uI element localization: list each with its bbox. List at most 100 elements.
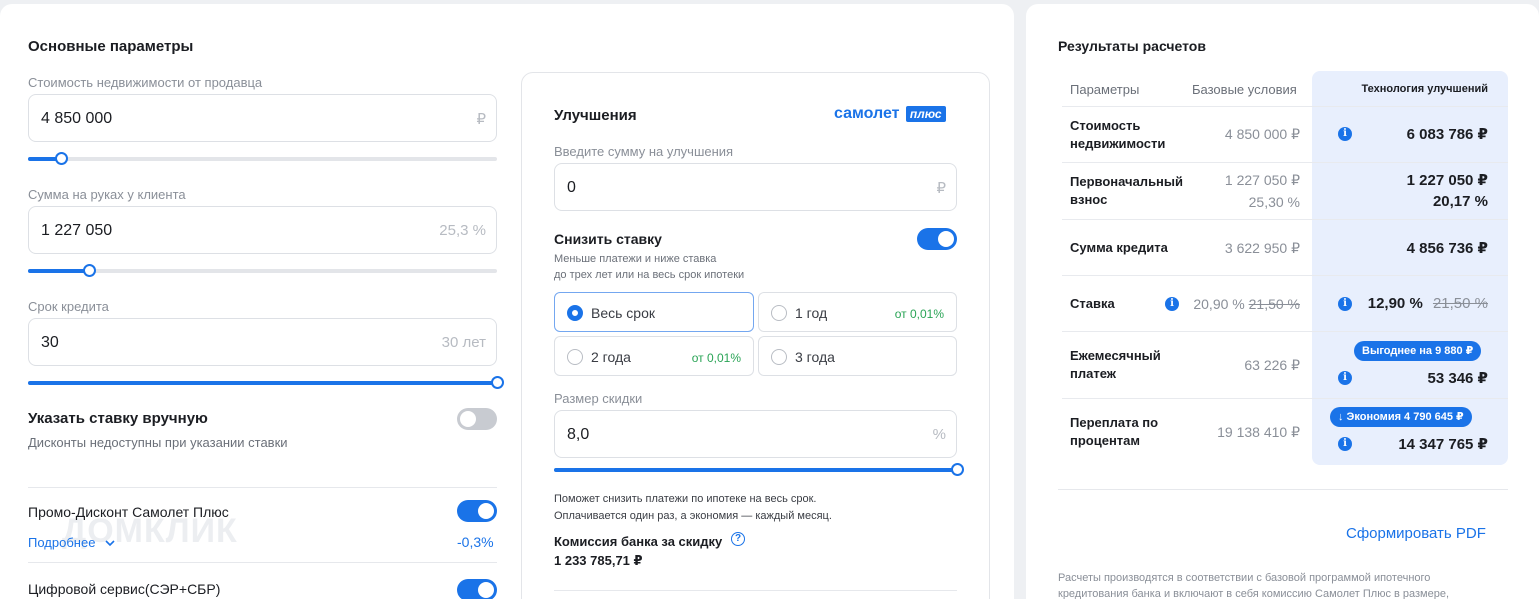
header-base: Базовые условия bbox=[1192, 82, 1297, 97]
samolet-plus-logo: самолет плюс bbox=[834, 105, 946, 123]
cash-value: 1 227 050 bbox=[41, 222, 113, 239]
footnote-line-2: кредитования банка и включают в себя ком… bbox=[1058, 588, 1450, 599]
help-text-1: Поможет снизить платежи по ипотеке на ве… bbox=[554, 493, 817, 505]
row-monthly-label: Ежемесячный платеж bbox=[1070, 347, 1161, 383]
info-icon[interactable]: i bbox=[1338, 297, 1352, 311]
row-price-tech: 6 083 786 ₽ bbox=[1406, 126, 1488, 143]
option-2-years[interactable]: 2 года от 0,01% bbox=[554, 336, 754, 376]
digital-service-toggle[interactable] bbox=[457, 579, 497, 599]
row-rate-label: Ставка bbox=[1070, 296, 1115, 311]
improvement-amount-field[interactable]: 0 ₽ bbox=[554, 163, 957, 211]
cash-slider-thumb[interactable] bbox=[82, 264, 96, 277]
term-slider[interactable] bbox=[28, 376, 504, 389]
promo-more-link[interactable]: Подробнее bbox=[28, 535, 115, 550]
radio-icon bbox=[567, 305, 583, 321]
row-monthly-tech: 53 346 ₽ bbox=[1427, 370, 1488, 387]
option-3-years[interactable]: 3 года bbox=[758, 336, 957, 376]
help-text-2: Оплачивается один раз, а экономия — кажд… bbox=[554, 510, 832, 522]
manual-rate-note: Дисконты недоступны при указании ставки bbox=[28, 435, 288, 450]
price-value: 4 850 000 bbox=[41, 110, 113, 127]
promo-label: Промо-Дисконт Самолет Плюс bbox=[28, 504, 229, 520]
discount-field[interactable]: 8,0 % bbox=[554, 410, 957, 458]
toggle-knob bbox=[478, 503, 494, 519]
divider bbox=[554, 590, 957, 591]
price-field[interactable]: 4 850 000 ₽ bbox=[28, 94, 497, 142]
term-value: 30 bbox=[41, 334, 59, 351]
option-rate-note: от 0,01% bbox=[894, 307, 944, 321]
generate-pdf-link[interactable]: Сформировать PDF bbox=[1346, 525, 1486, 542]
discount-slider-thumb[interactable] bbox=[951, 463, 964, 476]
promo-toggle[interactable] bbox=[457, 500, 497, 522]
term-slider-thumb[interactable] bbox=[491, 376, 504, 389]
label-line: Стоимость bbox=[1070, 118, 1141, 133]
label-line: процентам bbox=[1070, 433, 1141, 448]
reduce-rate-title: Снизить ставку bbox=[554, 231, 662, 247]
cash-percent: 25,3 % bbox=[439, 222, 486, 239]
price-slider[interactable] bbox=[28, 152, 497, 165]
info-icon[interactable]: i bbox=[1338, 437, 1352, 451]
promo-more-label: Подробнее bbox=[28, 535, 96, 550]
price-slider-thumb[interactable] bbox=[54, 152, 68, 165]
row-down-tech-percent: 20,17 % bbox=[1432, 193, 1488, 210]
row-down-tech-amount: 1 227 050 ₽ bbox=[1406, 172, 1488, 189]
monthly-benefit-badge: Выгоднее на 9 880 ₽ bbox=[1354, 341, 1482, 361]
base-rate-old: 21,50 % bbox=[1248, 296, 1300, 312]
option-1-year[interactable]: 1 год от 0,01% bbox=[758, 292, 957, 332]
reduce-rate-desc-2: до трех лет или на весь срок ипотеки bbox=[554, 269, 745, 281]
samolet-brand: самолет bbox=[834, 105, 900, 122]
manual-rate-toggle[interactable] bbox=[457, 408, 497, 430]
row-divider bbox=[1062, 219, 1508, 220]
discount-slider-fill bbox=[554, 468, 957, 472]
digital-service-label: Цифровой сервис(СЭР+СБР) bbox=[28, 581, 221, 597]
row-loan-label: Сумма кредита bbox=[1070, 240, 1168, 255]
radio-icon bbox=[567, 349, 583, 365]
label-line: недвижимости bbox=[1070, 136, 1166, 151]
row-price-label: Стоимость недвижимости bbox=[1070, 117, 1165, 153]
label-line: Первоначальный bbox=[1070, 174, 1184, 189]
option-label: 3 года bbox=[795, 349, 835, 365]
term-field[interactable]: 30 30 лет bbox=[28, 318, 497, 366]
base-rate: 20,90 % bbox=[1193, 296, 1245, 312]
divider bbox=[28, 562, 497, 563]
row-divider bbox=[1062, 162, 1508, 163]
row-overpay-tech: 14 347 765 ₽ bbox=[1398, 436, 1488, 453]
reduce-rate-toggle[interactable] bbox=[917, 228, 957, 250]
header-tech: Технология улучшений bbox=[1361, 83, 1488, 95]
row-down-base-amount: 1 227 050 ₽ bbox=[1224, 172, 1300, 188]
footnote-line-1: Расчеты производятся в соответствии с ба… bbox=[1058, 572, 1431, 584]
label-line: Ежемесячный bbox=[1070, 348, 1161, 363]
option-full-term[interactable]: Весь срок bbox=[554, 292, 754, 332]
option-label: 1 год bbox=[795, 305, 828, 321]
row-rate-tech: 12,90 % 21,50 % bbox=[1360, 295, 1488, 312]
row-overpay-base: 19 138 410 ₽ bbox=[1217, 424, 1300, 440]
radio-icon bbox=[771, 305, 787, 321]
overpay-savings-badge: ↓ Экономия 4 790 645 ₽ bbox=[1330, 407, 1472, 427]
info-icon[interactable]: i bbox=[1165, 297, 1179, 311]
row-divider bbox=[1062, 275, 1508, 276]
plus-badge: плюс bbox=[905, 106, 946, 122]
row-monthly-base: 63 226 ₽ bbox=[1244, 357, 1300, 373]
commission-value: 1 233 785,71 ₽ bbox=[554, 553, 643, 568]
row-down-label: Первоначальный взнос bbox=[1070, 173, 1183, 209]
cash-slider[interactable] bbox=[28, 264, 497, 277]
cash-field[interactable]: 1 227 050 25,3 % bbox=[28, 206, 497, 254]
ruble-suffix: ₽ bbox=[476, 111, 486, 128]
label-line: Переплата по bbox=[1070, 415, 1159, 430]
main-parameters-title: Основные параметры bbox=[28, 38, 194, 55]
reduce-rate-desc-1: Меньше платежи и ниже ставка bbox=[554, 253, 717, 265]
promo-discount-value: -0,3% bbox=[457, 534, 494, 550]
row-price-base: 4 850 000 ₽ bbox=[1224, 126, 1300, 142]
discount-slider[interactable] bbox=[554, 463, 964, 476]
help-icon[interactable]: ? bbox=[731, 532, 745, 546]
row-down-base-percent: 25,30 % bbox=[1248, 194, 1300, 210]
row-divider bbox=[1062, 106, 1508, 107]
results-title: Результаты расчетов bbox=[1058, 38, 1206, 54]
term-years: 30 лет bbox=[441, 334, 486, 351]
tech-rate: 12,90 % bbox=[1367, 295, 1423, 312]
info-icon[interactable]: i bbox=[1338, 127, 1352, 141]
row-overpay-label: Переплата по процентам bbox=[1070, 414, 1158, 450]
cash-slider-fill bbox=[28, 269, 89, 273]
info-icon[interactable]: i bbox=[1338, 371, 1352, 385]
option-label: Весь срок bbox=[591, 305, 656, 321]
cash-label: Сумма на руках у клиента bbox=[28, 187, 186, 202]
